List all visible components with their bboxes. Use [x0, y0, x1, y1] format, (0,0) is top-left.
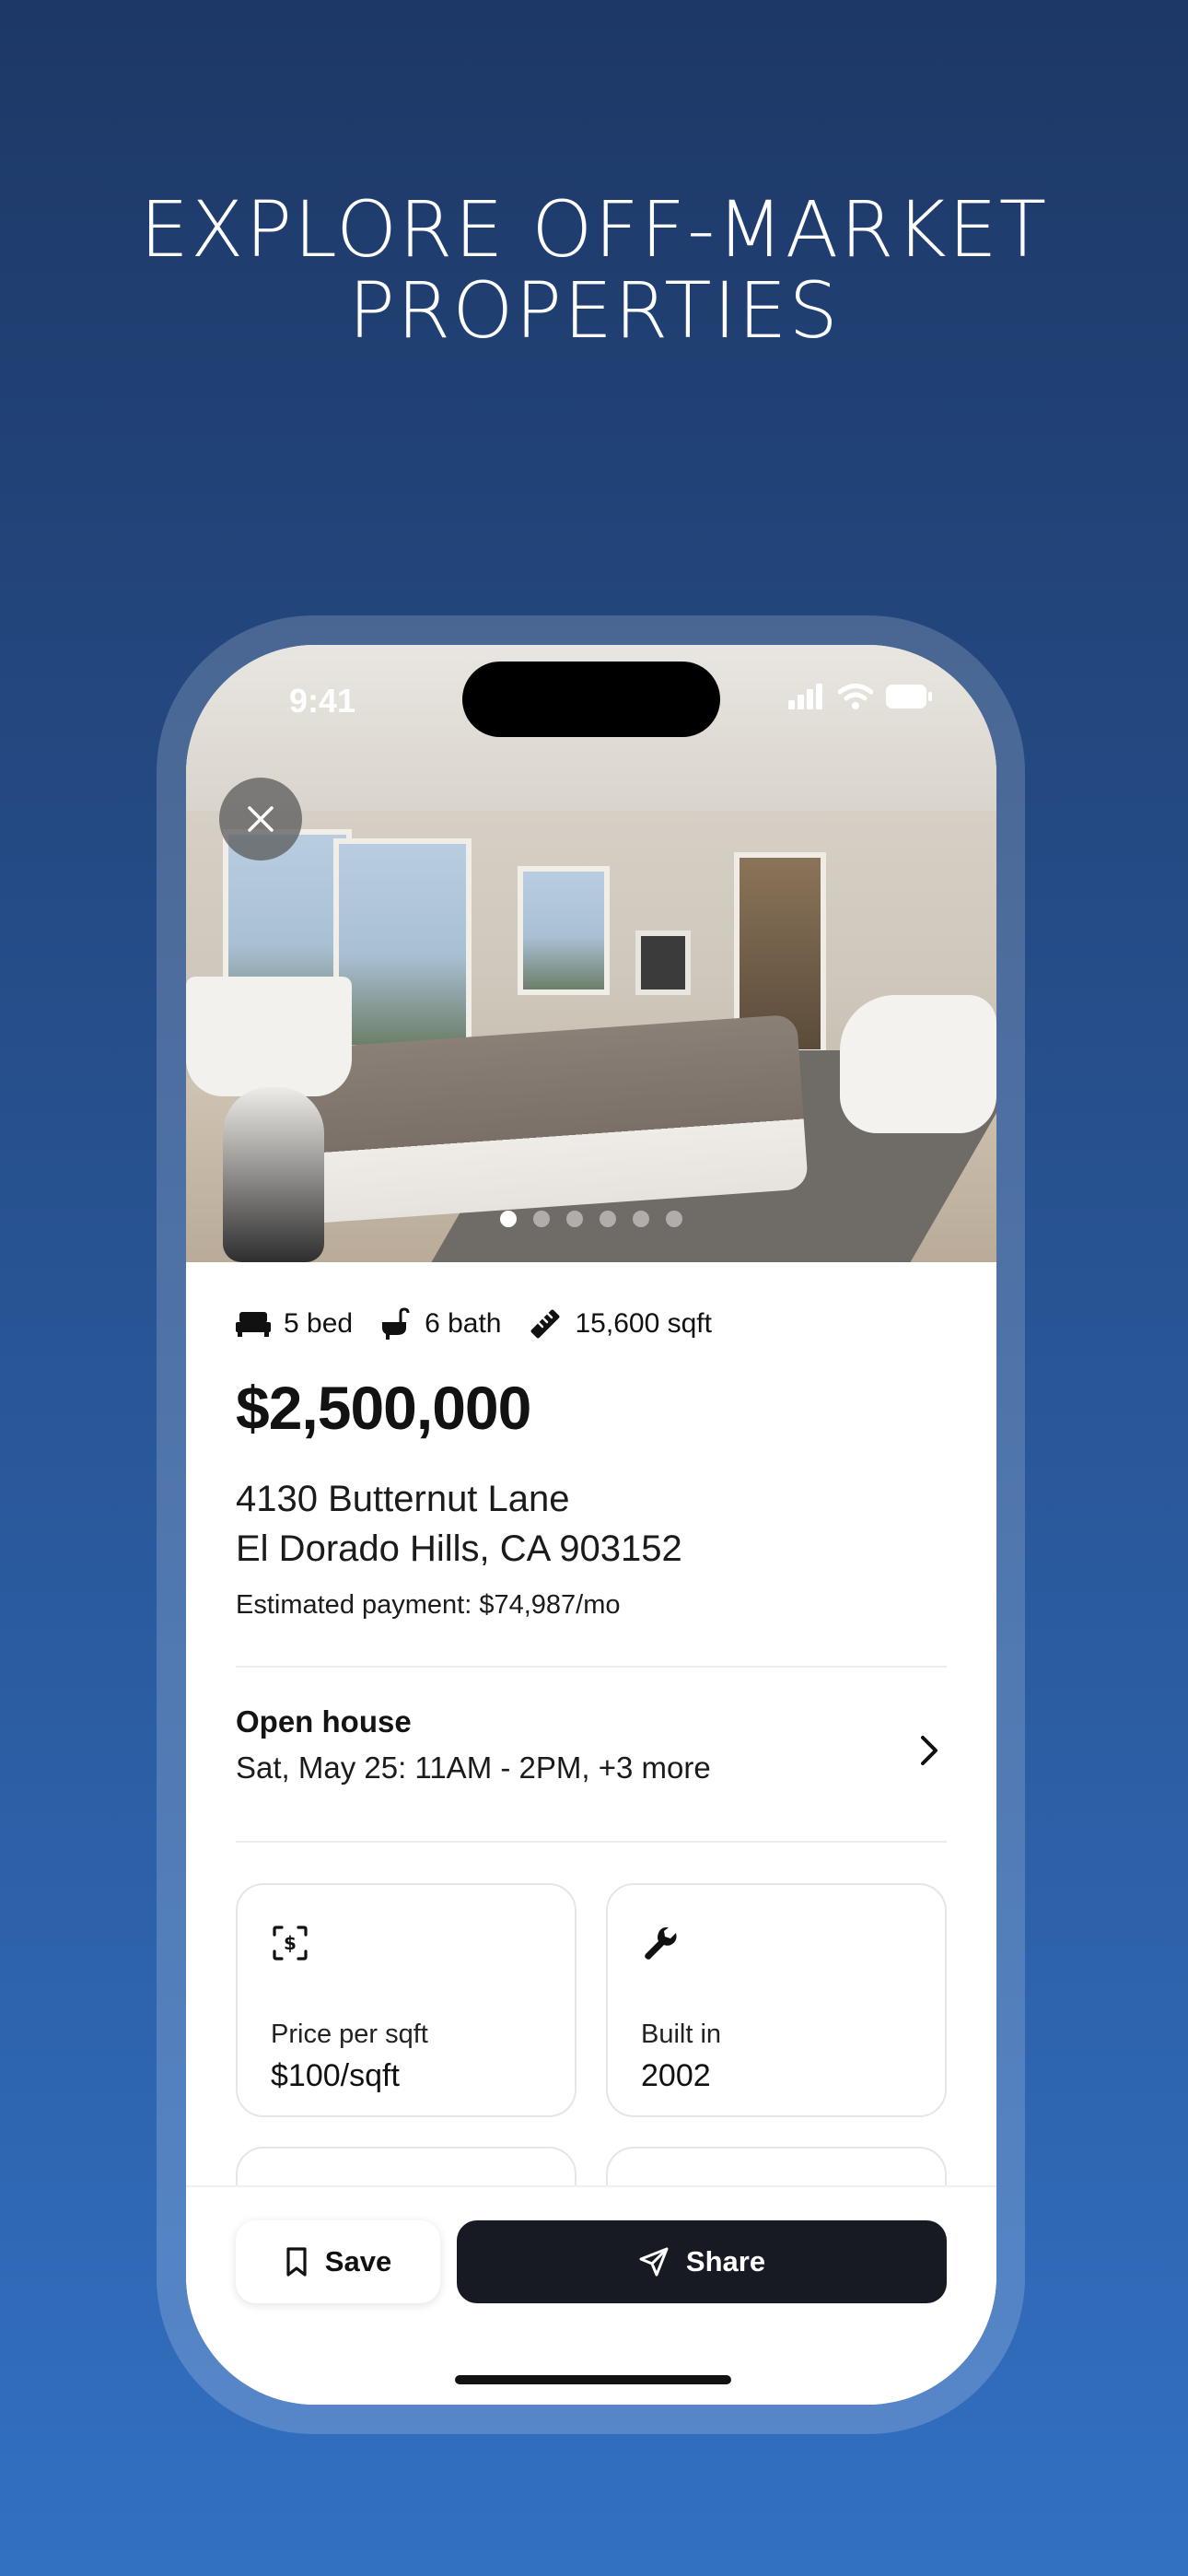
open-house-title: Open house	[236, 1704, 412, 1739]
photo-window-right	[518, 866, 610, 995]
close-icon	[248, 806, 274, 832]
save-button[interactable]: Save	[236, 2220, 440, 2303]
price-tag-icon: $	[273, 1926, 308, 1961]
spec-sqft: 15,600 sqft	[528, 1306, 712, 1341]
photo-dot[interactable]	[566, 1211, 583, 1227]
photo-bed	[282, 1013, 809, 1225]
beds-text: 5 bed	[284, 1308, 354, 1339]
listing-price: $2,500,000	[236, 1374, 531, 1442]
spec-baths: 6 bath	[379, 1307, 502, 1341]
chevron-right-icon	[921, 1736, 938, 1765]
fact-label: Built in	[641, 2020, 722, 2049]
listing-photo[interactable]: 9:41	[186, 645, 996, 1262]
home-indicator[interactable]	[455, 2375, 731, 2384]
signal-icon	[788, 684, 822, 709]
photo-dot[interactable]	[633, 1211, 649, 1227]
sqft-text: 15,600 sqft	[575, 1308, 712, 1339]
fact-value: 2002	[641, 2058, 711, 2093]
close-button[interactable]	[219, 778, 302, 861]
baths-text: 6 bath	[425, 1308, 502, 1339]
battery-icon	[886, 685, 932, 708]
photo-window-center	[333, 838, 472, 1050]
fact-card-built-in[interactable]: Built in 2002	[606, 1883, 947, 2117]
photo-pagination[interactable]	[186, 1211, 996, 1227]
fact-card-price-per-sqft[interactable]: $ Price per sqft $100/sqft	[236, 1883, 577, 2117]
status-icons	[788, 684, 932, 709]
headline: EXPLORE OFF-MARKET PROPERTIES	[139, 184, 1049, 356]
wifi-icon	[838, 684, 873, 709]
status-time: 9:41	[289, 682, 356, 720]
phone-screen: 9:41 5 bed 6 bath 15,600 sqft $2,500,000…	[186, 645, 996, 2405]
photo-dot[interactable]	[533, 1211, 550, 1227]
dynamic-island	[462, 662, 720, 737]
photo-dot[interactable]	[500, 1211, 517, 1227]
bathtub-icon	[382, 1307, 410, 1340]
svg-text:$: $	[284, 1932, 297, 1954]
photo-chair	[840, 995, 996, 1133]
bottom-action-bar: Save Share	[186, 2185, 996, 2405]
photo-fireplace	[635, 931, 691, 995]
spec-beds: 5 bed	[236, 1308, 353, 1340]
address-line-2: El Dorado Hills, CA 903152	[236, 1528, 682, 1569]
send-icon	[639, 2247, 669, 2277]
photo-dot[interactable]	[600, 1211, 616, 1227]
share-button[interactable]: Share	[457, 2220, 947, 2303]
share-label: Share	[685, 2245, 766, 2277]
wrench-icon	[645, 1926, 677, 1960]
bookmark-icon	[286, 2247, 307, 2277]
bed-icon	[236, 1312, 271, 1337]
fact-value: $100/sqft	[271, 2058, 400, 2093]
open-house-row[interactable]: Open house Sat, May 25: 11AM - 2PM, +3 m…	[236, 1704, 947, 1806]
photo-dot[interactable]	[666, 1211, 682, 1227]
fact-label: Price per sqft	[271, 2020, 428, 2049]
open-house-times: Sat, May 25: 11AM - 2PM, +3 more	[236, 1751, 711, 1785]
divider-top	[236, 1666, 947, 1668]
address-line-1: 4130 Butternut Lane	[236, 1479, 570, 1519]
photo-lamp-base	[223, 1087, 324, 1262]
divider-bottom	[236, 1841, 947, 1843]
ruler-icon	[530, 1309, 559, 1339]
save-label: Save	[324, 2245, 392, 2277]
listing-address: 4130 Butternut Lane El Dorado Hills, CA …	[236, 1474, 682, 1574]
estimated-payment: Estimated payment: $74,987/mo	[236, 1590, 621, 1620]
specs-row: 5 bed 6 bath 15,600 sqft	[236, 1306, 712, 1341]
photo-lamp-shade	[186, 977, 352, 1096]
